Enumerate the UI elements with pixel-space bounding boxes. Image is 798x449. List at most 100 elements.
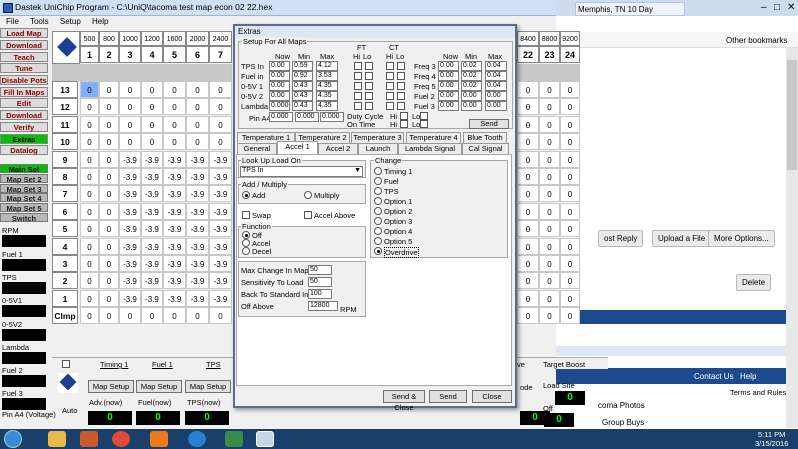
pen-icon[interactable] <box>225 431 243 447</box>
swap-checkbox[interactable] <box>242 211 250 219</box>
hilo-checkbox[interactable] <box>386 82 394 90</box>
tab-row2-item[interactable]: Lambda Signal <box>398 143 462 154</box>
map-cell[interactable]: -3.9 <box>163 289 186 307</box>
other-bookmarks[interactable]: Other bookmarks <box>726 36 787 45</box>
tab-row2-item[interactable]: General <box>237 143 277 154</box>
map-cell[interactable]: 0 <box>560 202 580 220</box>
min-field[interactable]: 0.43 <box>292 91 313 101</box>
hilo-checkbox[interactable] <box>365 102 373 110</box>
map-set-0-button[interactable]: Main Set <box>0 164 48 174</box>
bottom-checkbox[interactable] <box>62 360 70 368</box>
map-cell[interactable]: 0 <box>560 98 580 116</box>
map-cell[interactable]: -3.9 <box>119 202 141 220</box>
map-cell[interactable]: 0 <box>99 98 119 116</box>
map-cell[interactable]: -3.9 <box>141 168 163 185</box>
map-cell[interactable]: -3.9 <box>119 220 141 238</box>
map-cell[interactable]: 0 <box>80 202 99 220</box>
hilo-checkbox[interactable] <box>354 82 362 90</box>
map-cell[interactable]: -3.9 <box>209 237 232 255</box>
map-cell[interactable]: 0 <box>141 115 163 133</box>
param-field[interactable]: 50 <box>308 265 332 275</box>
pin-a4-now[interactable]: 0.000 <box>269 112 293 122</box>
map-cell[interactable]: 0 <box>99 115 119 133</box>
map-cell[interactable]: 0 <box>80 272 99 290</box>
map-cell[interactable]: 0 <box>517 202 539 220</box>
map-cell[interactable]: -3.9 <box>209 185 232 203</box>
map-cell[interactable]: 0 <box>99 150 119 168</box>
map-cell[interactable]: -3.9 <box>163 220 186 238</box>
nav-teach-button[interactable]: Teach <box>0 52 48 62</box>
minimize-icon[interactable]: – <box>761 2 767 13</box>
map-cell[interactable]: 0 <box>99 202 119 220</box>
map-cell[interactable]: 0 <box>99 272 119 290</box>
function-radio[interactable] <box>242 247 250 255</box>
map-cell[interactable]: 0 <box>560 81 580 98</box>
map-cell[interactable]: 0 <box>186 133 209 151</box>
map-cell[interactable]: -3.9 <box>209 220 232 238</box>
multiply-radio[interactable] <box>304 191 312 199</box>
map-cell[interactable]: 0 <box>560 133 580 151</box>
menu-tools[interactable]: Tools <box>30 17 49 26</box>
hilo-checkbox[interactable] <box>354 102 362 110</box>
freq-min-field[interactable]: 0.02 <box>461 81 482 91</box>
min-field[interactable]: 0.92 <box>292 71 313 81</box>
nav-disable-pots-button[interactable]: Disable Pots <box>0 75 48 85</box>
map-cell[interactable]: 0 <box>80 289 99 307</box>
map-cell[interactable]: 0 <box>539 150 560 168</box>
map-cell[interactable]: -3.9 <box>141 272 163 290</box>
map-cell[interactable]: -3.9 <box>141 255 163 272</box>
map-cell[interactable]: 0 <box>560 220 580 238</box>
map-cell[interactable]: 0 <box>539 185 560 203</box>
map-cell[interactable]: 0 <box>80 237 99 255</box>
freq-min-field[interactable]: 0.02 <box>461 71 482 81</box>
duty-checkbox[interactable] <box>400 120 408 128</box>
map-cell[interactable]: 0 <box>517 237 539 255</box>
map-cell[interactable]: 0 <box>539 220 560 238</box>
nav-load-map-button[interactable]: Load Map <box>0 28 48 38</box>
send-button[interactable]: Send <box>469 119 509 129</box>
max-field[interactable]: 4.35 <box>316 81 338 91</box>
scroll-thumb[interactable] <box>787 60 797 170</box>
map-cell[interactable]: 0 <box>539 133 560 151</box>
freq-max-field[interactable]: 0.04 <box>485 61 507 71</box>
map-cell[interactable]: 0 <box>141 81 163 98</box>
tab-row2-item[interactable]: Accel 1 <box>277 141 318 155</box>
map-cell[interactable]: 0 <box>517 150 539 168</box>
hilo-checkbox[interactable] <box>397 62 405 70</box>
map-cell[interactable]: 0 <box>186 98 209 116</box>
map-cell[interactable]: -3.9 <box>186 255 209 272</box>
freq-now-field[interactable]: 0.00 <box>438 61 459 71</box>
map-cell[interactable]: 0 <box>560 115 580 133</box>
send-close-button[interactable]: Send & Close <box>383 390 425 412</box>
map-cell[interactable]: 0 <box>560 168 580 185</box>
add-radio[interactable] <box>242 191 250 199</box>
map-cell[interactable]: 0 <box>560 272 580 290</box>
map-cell[interactable]: 0 <box>80 307 99 325</box>
now-field[interactable]: 0.00 <box>269 71 290 81</box>
now-field[interactable]: 0.00 <box>269 61 290 71</box>
map-cell[interactable]: 0 <box>517 133 539 151</box>
map-cell[interactable]: -3.9 <box>186 272 209 290</box>
map-cell[interactable]: 0 <box>99 237 119 255</box>
pin-a4-min[interactable]: 0.000 <box>295 112 319 122</box>
map-cell[interactable]: 0 <box>163 98 186 116</box>
delete-button[interactable]: Delete <box>736 274 772 291</box>
map-set-1-button[interactable]: Map Set 2 <box>0 174 48 184</box>
hilo-checkbox[interactable] <box>365 62 373 70</box>
map-cell[interactable]: 0 <box>99 307 119 325</box>
map-cell[interactable]: -3.9 <box>119 255 141 272</box>
tab-ve[interactable]: ve <box>517 360 525 369</box>
max-field[interactable]: 4.35 <box>316 101 338 111</box>
map-cell[interactable]: 0 <box>209 307 232 325</box>
map-cell[interactable]: 0 <box>80 150 99 168</box>
map-cell[interactable]: 0 <box>119 81 141 98</box>
min-field[interactable]: 0.43 <box>292 101 313 111</box>
tab-row1-item[interactable]: Temperature 4 <box>406 132 461 143</box>
map-cell[interactable]: -3.9 <box>186 220 209 238</box>
map-cell[interactable]: 0 <box>539 168 560 185</box>
maximize-icon[interactable]: □ <box>774 2 780 13</box>
nav-edit-button[interactable]: Edit <box>0 98 48 108</box>
function-radio[interactable] <box>242 239 250 247</box>
map-cell[interactable]: -3.9 <box>141 289 163 307</box>
param-field[interactable]: 12800 <box>308 301 338 311</box>
